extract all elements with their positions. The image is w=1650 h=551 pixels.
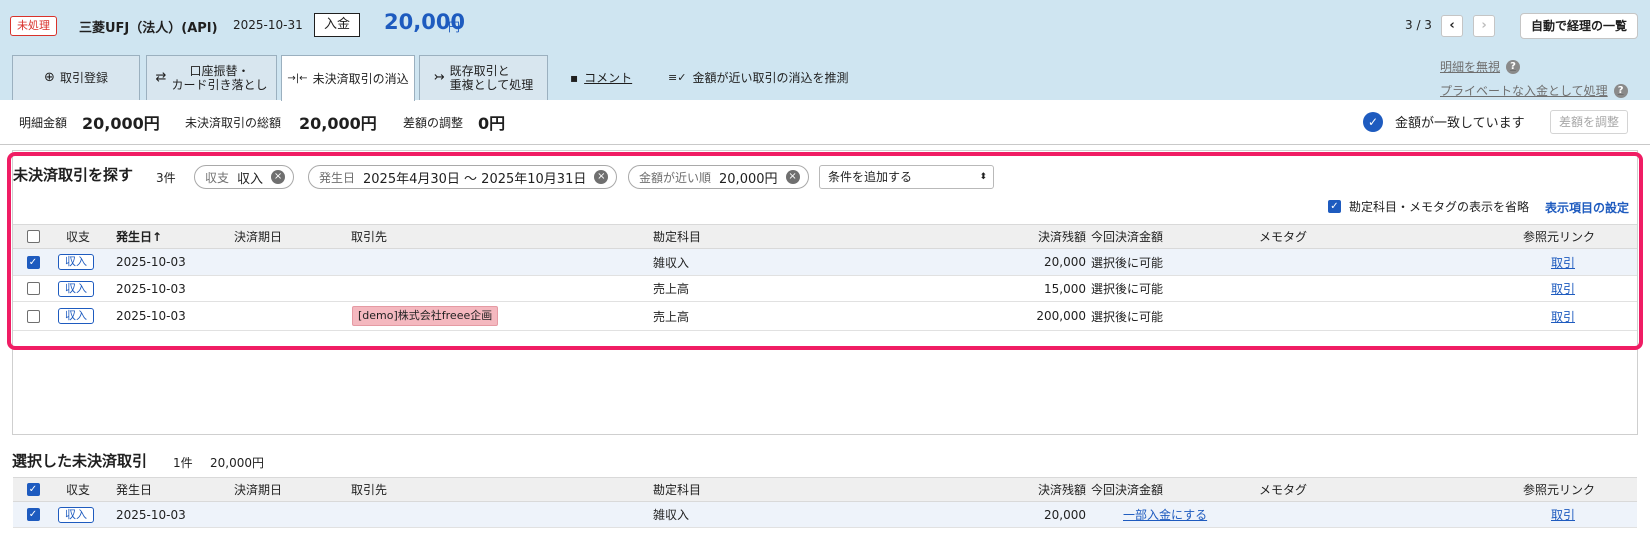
row-date: 2025-10-03 bbox=[116, 507, 186, 522]
help-icon[interactable]: ? bbox=[1506, 59, 1521, 74]
header-bar: 未処理 三菱UFJ（法人）(API) 2025-10-31 入金 20,000 … bbox=[0, 0, 1650, 101]
chevron-left-icon[interactable]: ‹ bbox=[1441, 15, 1463, 37]
selected-table-header: ✓ 収支 発生日 決済期日 取引先 勘定科目 決済残額 今回決済金額 メモタグ … bbox=[13, 477, 1637, 502]
col-balance: 決済残額 bbox=[1037, 483, 1086, 497]
adjust-difference-button[interactable]: 差額を調整 bbox=[1550, 110, 1629, 134]
col-date: 発生日 bbox=[116, 483, 153, 497]
col-current: 今回決済金額 bbox=[1091, 483, 1164, 497]
tab-label: 既存取引と 重複として処理 bbox=[449, 64, 534, 92]
partial-income-link[interactable]: 一部入金にする bbox=[1123, 506, 1207, 523]
help-icon[interactable]: ? bbox=[1613, 83, 1628, 98]
col-partner: 取引先 bbox=[351, 483, 388, 497]
tab-account-transfer[interactable]: ⇄ 口座振替・ カード引き落とし bbox=[146, 55, 277, 100]
transfer-arrows-icon: ⇄ bbox=[155, 70, 167, 85]
suggest-label: 金額が近い取引の消込を推測 bbox=[692, 71, 849, 85]
detail-amount-label: 明細金額 bbox=[19, 116, 68, 130]
comment-icon: ▪ bbox=[570, 70, 579, 85]
tab-mark-duplicate[interactable]: ↣ 既存取引と 重複として処理 bbox=[419, 55, 548, 100]
tab-register-transaction[interactable]: ⊕ 取引登録 bbox=[12, 55, 140, 100]
col-ref: 参照元リンク bbox=[1523, 483, 1596, 497]
col-account: 勘定科目 bbox=[653, 483, 702, 497]
detail-amount-value: 20,000円 bbox=[82, 114, 160, 133]
transaction-date: 2025-10-31 bbox=[233, 18, 303, 32]
row-checkbox[interactable]: ✓ bbox=[26, 508, 40, 521]
plus-circle-icon: ⊕ bbox=[44, 70, 55, 85]
tab-label: 未決済取引の消込 bbox=[312, 71, 409, 86]
select-all-checkbox[interactable]: ✓ bbox=[26, 483, 40, 496]
difference-value: 0円 bbox=[478, 114, 506, 133]
tab-label: 取引登録 bbox=[59, 71, 108, 85]
table-row[interactable]: ✓ 収入 2025-10-03 雑収入 20,000 一部入金にする 取引 bbox=[13, 502, 1637, 528]
comment-label: コメント bbox=[584, 71, 633, 85]
ignore-detail-link[interactable]: 明細を無視 ? bbox=[1440, 58, 1521, 75]
transaction-type-badge: 入金 bbox=[314, 13, 361, 37]
check-circle-icon: ✓ bbox=[1363, 112, 1383, 132]
ref-link[interactable]: 取引 bbox=[1551, 506, 1575, 523]
unsettled-total-label: 未決済取引の総額 bbox=[185, 116, 282, 130]
private-income-link[interactable]: プライベートな入金として処理 ? bbox=[1440, 82, 1628, 99]
highlight-frame bbox=[7, 152, 1643, 350]
row-balance: 20,000 bbox=[1044, 507, 1086, 522]
bank-account-name: 三菱UFJ（法人）(API) bbox=[79, 21, 218, 36]
unsettled-total-value: 20,000円 bbox=[299, 114, 377, 133]
chevron-right-icon[interactable]: › bbox=[1473, 15, 1495, 37]
divider bbox=[0, 144, 1650, 145]
comment-link[interactable]: ▪ コメント bbox=[570, 69, 632, 86]
amount-unit: 円 bbox=[448, 20, 461, 34]
col-type: 収支 bbox=[66, 483, 91, 497]
selected-section-title: 選択した未決済取引 bbox=[12, 452, 148, 470]
col-memo: メモタグ bbox=[1259, 483, 1308, 497]
difference-label: 差額の調整 bbox=[403, 116, 464, 130]
merge-arrows-icon: →|← bbox=[287, 72, 308, 84]
amount-match-message: 金額が一致しています bbox=[1395, 116, 1525, 131]
selected-count: 1件 bbox=[173, 456, 193, 470]
auto-accounting-list-button[interactable]: 自動で経理の一覧 bbox=[1520, 13, 1639, 39]
suggest-near-amount-link[interactable]: ≡✓ 金額が近い取引の消込を推測 bbox=[668, 69, 848, 86]
row-account: 雑収入 bbox=[653, 508, 690, 522]
selected-total: 20,000円 bbox=[210, 456, 264, 470]
status-badge: 未処理 bbox=[10, 16, 57, 36]
pager-indicator: 3 / 3 bbox=[1405, 18, 1432, 32]
col-due: 決済期日 bbox=[234, 483, 283, 497]
tab-unsettled-reconcile[interactable]: →|← 未決済取引の消込 bbox=[281, 55, 415, 101]
list-check-icon: ≡✓ bbox=[668, 71, 687, 84]
tab-label: 口座振替・ カード引き落とし bbox=[171, 64, 268, 92]
duplicate-arrow-icon: ↣ bbox=[433, 70, 445, 85]
type-tag: 収入 bbox=[58, 506, 94, 523]
